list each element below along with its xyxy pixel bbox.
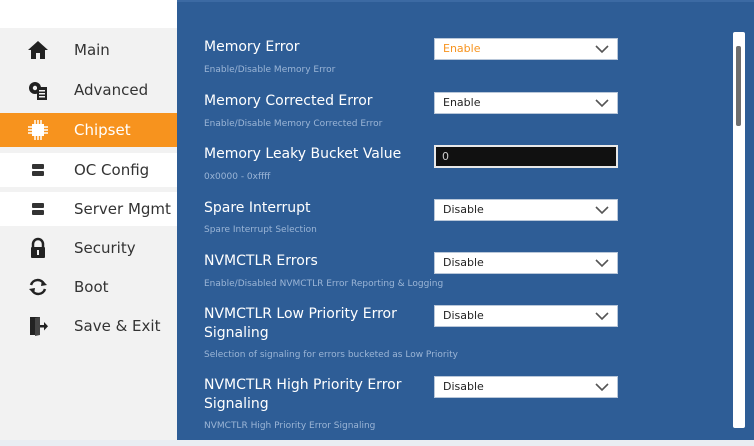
panel-top-border [177, 0, 754, 2]
select-value: Disable [443, 256, 484, 269]
lock-icon [26, 236, 50, 260]
chevron-down-icon [595, 259, 609, 268]
settings-doc-icon [26, 78, 50, 102]
memory-leaky-bucket-input[interactable]: 0 [434, 145, 618, 168]
nvmctlr-low-priority-select[interactable]: Disable [434, 305, 618, 327]
input-value: 0 [442, 150, 449, 163]
server-icon [26, 197, 50, 221]
sidebar-item-label: Boot [74, 278, 109, 296]
chevron-down-icon [595, 312, 609, 321]
memory-error-select[interactable]: Enable [434, 38, 618, 60]
select-value: Disable [443, 203, 484, 216]
chevron-down-icon [595, 206, 609, 215]
sidebar-item-boot[interactable]: Boot [0, 270, 177, 304]
setting-help: NVMCTLR High Priority Error Signaling [204, 421, 376, 431]
sidebar-item-label: OC Config [74, 161, 150, 179]
bios-setup-screen: Main Advanced Chipset OC Config Server M [0, 0, 754, 446]
setting-help: Spare Interrupt Selection [204, 225, 317, 235]
setting-help: Enable/Disabled NVMCTLR Error Reporting … [204, 279, 444, 289]
memory-corrected-error-select[interactable]: Enable [434, 92, 618, 114]
sidebar-item-security[interactable]: Security [0, 231, 177, 265]
setting-help: Enable/Disable Memory Corrected Error [204, 119, 383, 129]
sidebar-item-save-exit[interactable]: Save & Exit [0, 309, 177, 343]
select-value: Disable [443, 309, 484, 322]
sidebar-item-label: Save & Exit [74, 317, 161, 335]
setting-title: Memory Error [204, 39, 300, 55]
setting-help: 0x0000 - 0xffff [204, 172, 271, 182]
sidebar-top-spacer [0, 0, 177, 28]
scrollbar-thumb[interactable] [736, 46, 741, 126]
sidebar-item-label: Security [74, 239, 136, 257]
chevron-down-icon [595, 383, 609, 392]
setting-title: NVMCTLR Errors [204, 253, 318, 269]
sidebar-item-label: Advanced [74, 81, 149, 99]
sidebar-item-advanced[interactable]: Advanced [0, 73, 177, 107]
select-value: Enable [443, 42, 481, 55]
nvmctlr-high-priority-select[interactable]: Disable [434, 376, 618, 398]
setting-title: NVMCTLR Low Priority Error [204, 306, 397, 322]
sidebar-item-oc-config[interactable]: OC Config [0, 153, 177, 187]
setting-title: Spare Interrupt [204, 200, 311, 216]
select-value: Disable [443, 380, 484, 393]
sidebar-item-server-mgmt[interactable]: Server Mgmt [0, 192, 177, 226]
sidebar-item-chipset[interactable]: Chipset [0, 113, 177, 147]
sidebar-item-main[interactable]: Main [0, 33, 177, 67]
setting-title: Memory Leaky Bucket Value [204, 146, 402, 162]
setting-help: Selection of signaling for errors bucket… [204, 350, 458, 360]
sidebar: Main Advanced Chipset OC Config Server M [0, 0, 177, 446]
chevron-down-icon [595, 99, 609, 108]
bottom-border [0, 440, 754, 446]
settings-panel: Memory Error Enable/Disable Memory Error… [177, 0, 754, 446]
setting-title: Memory Corrected Error [204, 93, 373, 109]
reload-icon [26, 275, 50, 299]
nvmctlr-errors-select[interactable]: Disable [434, 252, 618, 274]
sidebar-item-label: Chipset [74, 121, 131, 139]
exit-icon [26, 314, 50, 338]
sidebar-item-label: Main [74, 41, 110, 59]
spare-interrupt-select[interactable]: Disable [434, 199, 618, 221]
sidebar-item-label: Server Mgmt [74, 200, 171, 218]
chip-icon [26, 118, 50, 142]
setting-help: Enable/Disable Memory Error [204, 65, 336, 75]
setting-title: NVMCTLR High Priority Error [204, 377, 402, 393]
setting-title: Signaling [204, 396, 269, 412]
chevron-down-icon [595, 45, 609, 54]
server-icon [26, 158, 50, 182]
setting-title: Signaling [204, 325, 269, 341]
select-value: Enable [443, 96, 481, 109]
home-icon [26, 38, 50, 62]
